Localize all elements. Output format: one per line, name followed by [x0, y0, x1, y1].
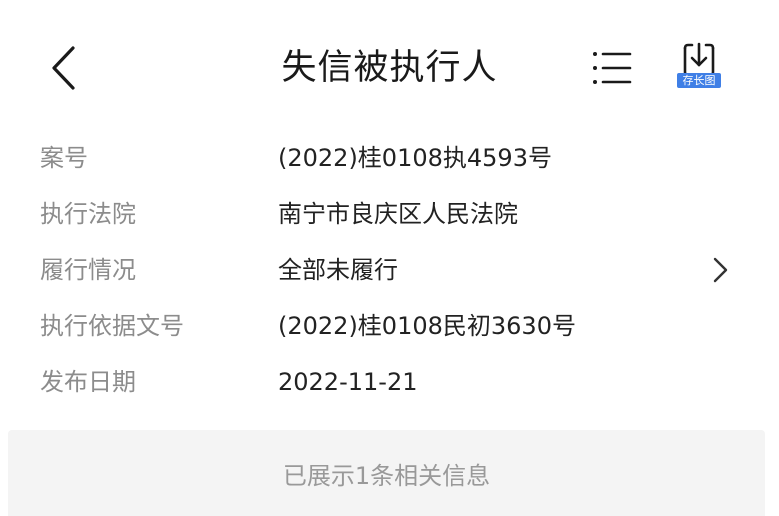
basis-document-label: 执行依据文号 — [40, 312, 184, 340]
page-title: 失信被执行人 — [281, 48, 498, 88]
case-number-value: (2022)桂0108执4593号 — [278, 144, 552, 172]
dishonest-debtor-detail-page: 失信被执行人 存长图 案号 (2022)桂0108执4593号 执行法院 南宁市… — [0, 0, 779, 516]
detail-row-publish-date: 发布日期 2022-11-21 — [0, 354, 779, 410]
performance-status-label: 履行情况 — [40, 256, 136, 284]
publish-date-label: 发布日期 — [40, 368, 136, 396]
detail-list: 案号 (2022)桂0108执4593号 执行法院 南宁市良庆区人民法院 履行情… — [0, 130, 779, 410]
top-bar: 失信被执行人 存长图 — [0, 0, 779, 130]
court-label: 执行法院 — [40, 200, 136, 228]
court-value: 南宁市良庆区人民法院 — [278, 200, 518, 228]
detail-row-court: 执行法院 南宁市良庆区人民法院 — [0, 186, 779, 242]
detail-row-case-number: 案号 (2022)桂0108执4593号 — [0, 130, 779, 186]
basis-document-value: (2022)桂0108民初3630号 — [278, 312, 576, 340]
save-long-image-label: 存长图 — [677, 73, 721, 88]
publish-date-value: 2022-11-21 — [278, 368, 418, 396]
performance-status-value: 全部未履行 — [278, 256, 398, 284]
menu-button[interactable] — [584, 40, 640, 96]
result-count-footer: 已展示1条相关信息 — [8, 430, 765, 516]
detail-row-performance-status[interactable]: 履行情况 全部未履行 — [0, 242, 779, 298]
result-count-text: 已展示1条相关信息 — [282, 461, 491, 490]
save-long-image-button[interactable]: 存长图 — [670, 40, 728, 96]
detail-row-basis-document: 执行依据文号 (2022)桂0108民初3630号 — [0, 298, 779, 354]
chevron-right-icon[interactable] — [706, 256, 734, 284]
case-number-label: 案号 — [40, 144, 88, 172]
list-menu-icon — [593, 52, 632, 84]
